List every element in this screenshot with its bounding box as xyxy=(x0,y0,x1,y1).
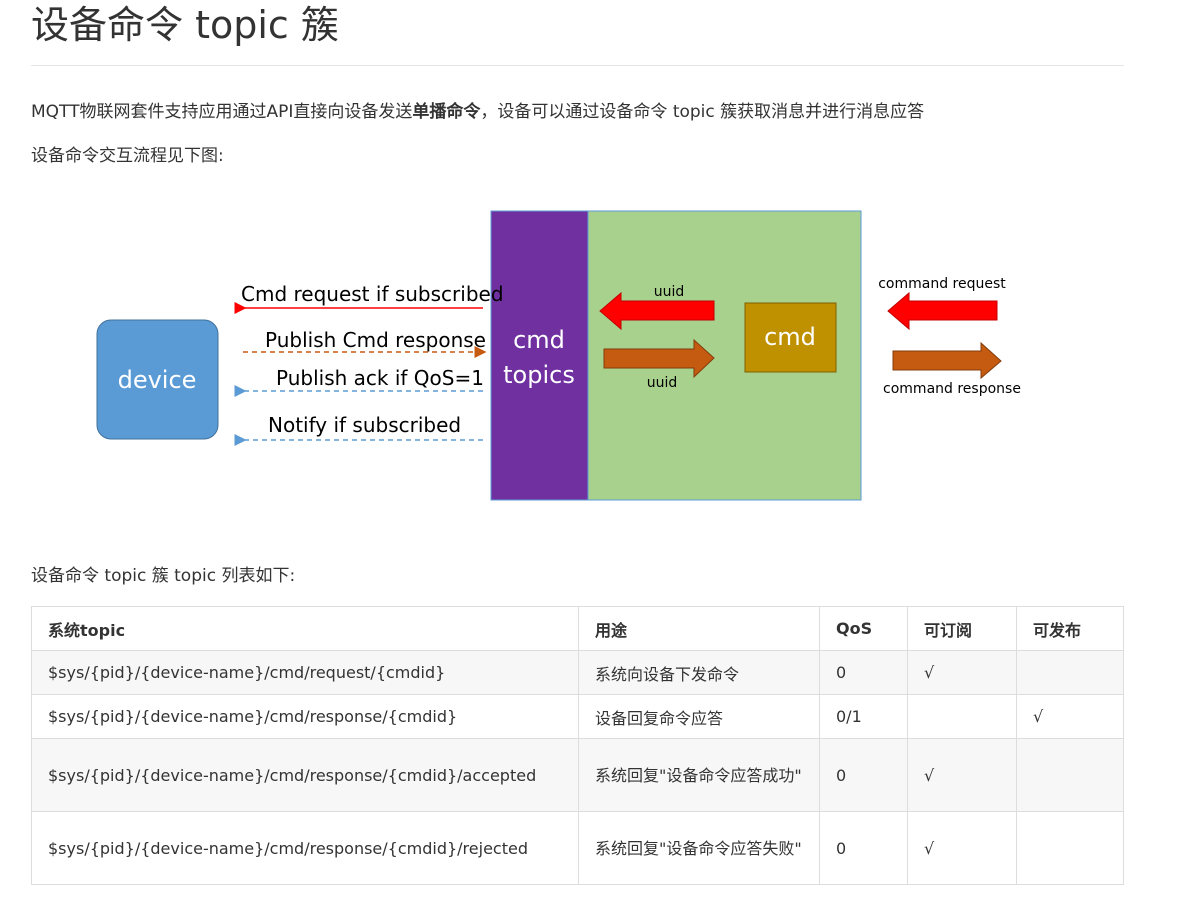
cell-use: 设备回复命令应答 xyxy=(578,694,820,739)
intro-paragraph: MQTT物联网套件支持应用通过API直接向设备发送单播命令，设备可以通过设备命令… xyxy=(31,100,924,124)
cell-qos: 0/1 xyxy=(819,694,908,739)
cmd-label: cmd xyxy=(764,323,816,351)
cmd-node: cmd xyxy=(744,302,837,373)
command-request-arrow xyxy=(887,291,998,331)
cmd-topics-label-1: cmd xyxy=(513,326,565,354)
uuid-top-label: uuid xyxy=(654,284,685,300)
cell-qos: 0 xyxy=(819,738,908,812)
uuid-bottom-label: uuid xyxy=(647,375,678,391)
list-caption: 设备命令 topic 簇 topic 列表如下: xyxy=(31,566,296,586)
cell-topic: $sys/{pid}/{device-name}/cmd/request/{cm… xyxy=(31,650,579,695)
header-topic: 系统topic xyxy=(31,606,579,651)
publish-ack-label: Publish ack if QoS=1 xyxy=(276,366,484,390)
cell-use: 系统回复"设备命令应答成功" xyxy=(578,738,820,812)
title-divider xyxy=(31,65,1124,66)
cell-publish: √ xyxy=(1016,694,1124,739)
header-use: 用途 xyxy=(578,606,820,651)
command-flow-diagram: device cmd topics cmd Cmd request if sub… xyxy=(31,195,1124,515)
flow-caption: 设备命令交互流程见下图: xyxy=(31,146,224,166)
cmd-topics-node: cmd topics xyxy=(490,210,589,501)
cell-use: 系统回复"设备命令应答失败" xyxy=(578,811,820,885)
command-request-label: command request xyxy=(878,276,1006,292)
cell-publish xyxy=(1016,811,1124,885)
intro-text-end: ，设备可以通过设备命令 topic 簇获取消息并进行消息应答 xyxy=(480,102,925,122)
cell-topic: $sys/{pid}/{device-name}/cmd/response/{c… xyxy=(31,811,579,885)
page-title: 设备命令 topic 簇 xyxy=(31,3,339,47)
cell-qos: 0 xyxy=(819,650,908,695)
cell-subscribe: √ xyxy=(907,811,1017,885)
topic-table: 系统topic 用途 QoS 可订阅 可发布 $sys/{pid}/{devic… xyxy=(31,606,1124,885)
intro-text: MQTT物联网套件支持应用通过API直接向设备发送 xyxy=(31,102,413,122)
cell-subscribe: √ xyxy=(907,650,1017,695)
cell-topic: $sys/{pid}/{device-name}/cmd/response/{c… xyxy=(31,694,579,739)
publish-response-label: Publish Cmd response xyxy=(265,328,486,352)
table-row: $sys/{pid}/{device-name}/cmd/response/{c… xyxy=(31,738,1124,812)
device-label: device xyxy=(118,366,197,394)
cell-subscribe: √ xyxy=(907,738,1017,812)
cell-publish xyxy=(1016,738,1124,812)
intro-bold: 单播命令 xyxy=(412,102,481,122)
cmd-request-label: Cmd request if subscribed xyxy=(241,282,504,306)
cmd-topics-label-2: topics xyxy=(503,361,575,389)
command-response-arrow xyxy=(892,341,1002,380)
cell-topic: $sys/{pid}/{device-name}/cmd/response/{c… xyxy=(31,738,579,812)
table-row: $sys/{pid}/{device-name}/cmd/request/{cm… xyxy=(31,650,1124,695)
cell-publish xyxy=(1016,650,1124,695)
cell-subscribe xyxy=(907,694,1017,739)
command-response-label: command response xyxy=(883,381,1021,397)
cell-use: 系统向设备下发命令 xyxy=(578,650,820,695)
table-row: $sys/{pid}/{device-name}/cmd/response/{c… xyxy=(31,811,1124,885)
header-publish: 可发布 xyxy=(1016,606,1124,651)
cell-qos: 0 xyxy=(819,811,908,885)
header-qos: QoS xyxy=(819,606,908,651)
header-subscribe: 可订阅 xyxy=(907,606,1017,651)
device-node: device xyxy=(96,319,219,440)
notify-label: Notify if subscribed xyxy=(268,413,461,437)
table-row: $sys/{pid}/{device-name}/cmd/response/{c… xyxy=(31,694,1124,739)
table-header-row: 系统topic 用途 QoS 可订阅 可发布 xyxy=(31,606,1124,651)
